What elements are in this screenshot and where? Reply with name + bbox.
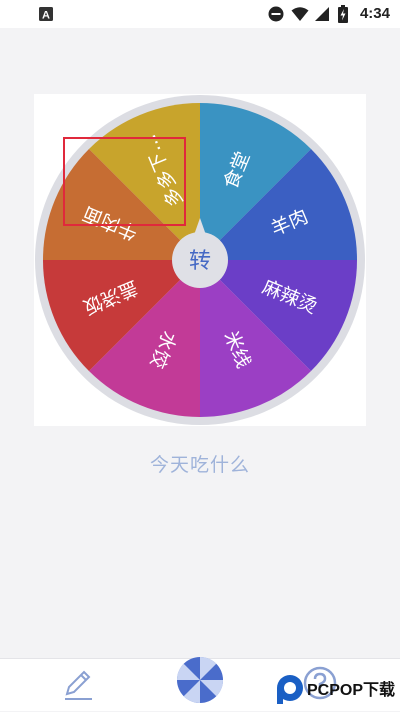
battery-charging-icon [338, 5, 348, 23]
watermark-text: PCPOP下载 [307, 681, 395, 699]
wheel-panel: 多多下… 食堂 羊肉 麻辣烫 米线 水饺 盖浇饭 牛肉面 转 [34, 94, 366, 426]
watermark: PCPOP下载 [272, 668, 400, 708]
svg-text:A: A [42, 10, 50, 22]
do-not-disturb-icon [268, 6, 284, 22]
main-content: 多多下… 食堂 羊肉 麻辣烫 米线 水饺 盖浇饭 牛肉面 转 今天吃什么 [0, 28, 400, 658]
signal-icon [315, 7, 329, 21]
app-notification-icon: A [39, 7, 53, 22]
status-bar: A 4:34 [0, 0, 400, 28]
question-text: 今天吃什么 [149, 454, 250, 476]
watermark-logo: PCPOP下载 [277, 675, 395, 704]
spin-wheel-icon[interactable] [175, 655, 225, 705]
spin-button-label: 转 [189, 249, 211, 274]
wifi-icon [291, 7, 309, 21]
edit-pencil-icon[interactable] [60, 667, 96, 703]
clock: 4:34 [359, 5, 390, 22]
spin-wheel[interactable]: 多多下… 食堂羊肉麻辣烫米线水饺盖浇饭牛肉面 转 [34, 94, 366, 426]
